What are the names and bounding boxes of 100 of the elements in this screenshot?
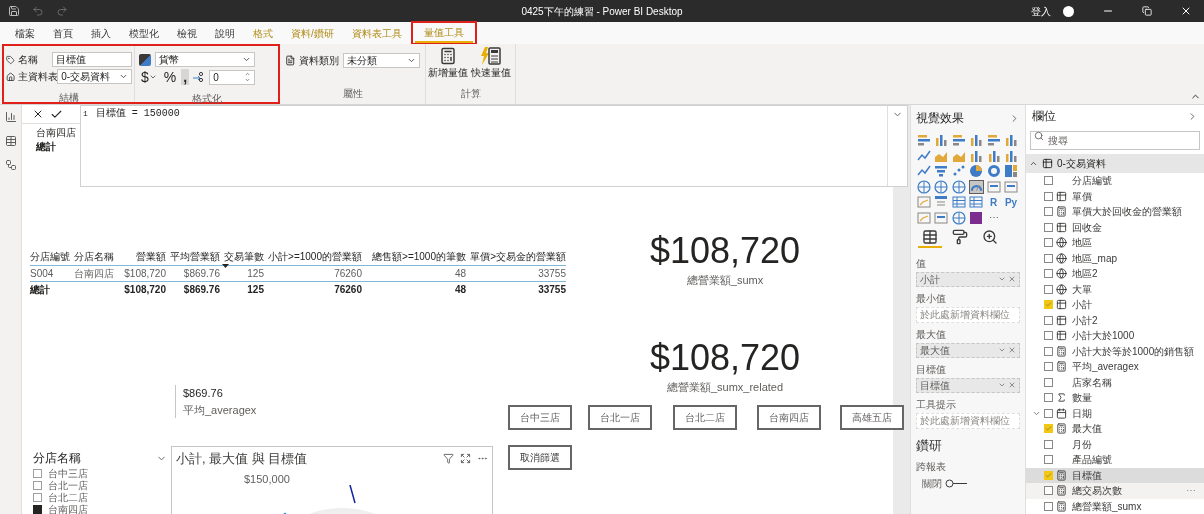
visual-type-button[interactable] bbox=[968, 164, 984, 178]
visual-type-button[interactable] bbox=[933, 210, 949, 225]
checkbox[interactable] bbox=[1044, 455, 1053, 465]
field-well[interactable]: 最大值 bbox=[916, 342, 1020, 358]
restore-icon[interactable] bbox=[1142, 6, 1152, 16]
field-item[interactable]: 單價 bbox=[1026, 188, 1204, 204]
checkbox[interactable] bbox=[1044, 393, 1053, 403]
format-select[interactable]: 貨幣 bbox=[155, 52, 255, 67]
checkbox[interactable] bbox=[1044, 346, 1053, 356]
column-header[interactable]: 平均營業額 bbox=[166, 248, 220, 265]
field-item[interactable]: 分店編號 bbox=[1026, 173, 1204, 189]
visual-type-button[interactable] bbox=[916, 179, 931, 194]
fields-tab[interactable] bbox=[918, 227, 942, 248]
remove-icon[interactable] bbox=[1008, 275, 1016, 283]
store-filter-button[interactable]: 台中三店 bbox=[508, 405, 572, 430]
slicer-item[interactable]: 台北一店 bbox=[33, 479, 167, 491]
remove-icon[interactable] bbox=[1008, 346, 1016, 354]
column-header[interactable]: 營業額 bbox=[120, 248, 166, 265]
ribbon-tab[interactable]: 檔案 bbox=[6, 24, 44, 44]
checkbox[interactable] bbox=[33, 504, 42, 514]
decimal-places-spinner[interactable]: 0 bbox=[209, 69, 256, 85]
checkbox[interactable] bbox=[1044, 362, 1053, 372]
field-item[interactable]: 單價大於回收金的營業額 bbox=[1026, 204, 1204, 220]
visual-type-button[interactable] bbox=[986, 164, 1001, 178]
dropdown-caret-icon[interactable] bbox=[998, 346, 1006, 354]
visual-type-button[interactable] bbox=[916, 148, 931, 163]
visual-type-button[interactable] bbox=[933, 164, 949, 178]
home-table-select[interactable]: 0-交易資料 bbox=[57, 69, 132, 84]
field-item[interactable]: 小計2 bbox=[1026, 312, 1204, 328]
field-item[interactable]: 目標值 bbox=[1026, 467, 1204, 483]
checkbox[interactable] bbox=[1044, 269, 1053, 279]
checkbox[interactable] bbox=[1044, 408, 1053, 418]
checkbox[interactable] bbox=[1044, 501, 1053, 511]
checkbox[interactable] bbox=[1044, 439, 1053, 449]
visual-type-button[interactable] bbox=[968, 195, 984, 209]
currency-button[interactable]: $ bbox=[139, 69, 159, 85]
field-item[interactable]: 日期 bbox=[1026, 405, 1204, 421]
field-item[interactable]: 最大值 bbox=[1026, 421, 1204, 437]
visual-type-button[interactable]: R bbox=[986, 195, 1001, 209]
checkbox[interactable] bbox=[1044, 191, 1053, 201]
remove-icon[interactable] bbox=[1008, 381, 1016, 389]
visual-type-button[interactable]: ⋯ bbox=[986, 210, 1001, 225]
field-item[interactable]: 地區 bbox=[1026, 235, 1204, 251]
visual-type-button[interactable] bbox=[933, 133, 949, 147]
spin-down-icon[interactable] bbox=[244, 77, 252, 83]
cancel-icon[interactable] bbox=[32, 108, 44, 120]
field-well[interactable]: 目標值 bbox=[916, 377, 1020, 393]
visual-type-button[interactable] bbox=[986, 179, 1001, 194]
field-item[interactable]: 小計大於等於1000的銷售額 bbox=[1026, 343, 1204, 359]
measure-button[interactable]: 快速量值 bbox=[471, 47, 511, 80]
checkbox[interactable] bbox=[1044, 238, 1053, 248]
checkbox[interactable] bbox=[1044, 284, 1053, 294]
visual-type-button[interactable] bbox=[1003, 148, 1019, 163]
report-view-icon[interactable] bbox=[4, 111, 17, 123]
visual-type-button[interactable] bbox=[968, 148, 984, 163]
checkbox[interactable] bbox=[33, 480, 42, 490]
format-button[interactable]: , bbox=[181, 69, 190, 85]
checkbox[interactable] bbox=[1044, 253, 1053, 263]
gauge-visual[interactable]: 小計, 最大值 與 目標值 $150,000 bbox=[171, 446, 493, 514]
formula-editor[interactable]: 1 目標值 = 150000 bbox=[80, 105, 908, 187]
visual-type-button[interactable] bbox=[951, 195, 966, 209]
dropdown-caret-icon[interactable] bbox=[998, 275, 1006, 283]
slicer-item[interactable]: 台北二店 bbox=[33, 491, 167, 503]
checkbox[interactable] bbox=[1044, 176, 1053, 186]
undo-icon[interactable] bbox=[32, 5, 44, 17]
visual-type-button[interactable] bbox=[968, 179, 984, 194]
visual-type-button[interactable] bbox=[1003, 179, 1019, 194]
clear-filter-button[interactable]: 取消篩選 bbox=[508, 445, 572, 470]
ribbon-tab[interactable]: 檢視 bbox=[168, 24, 206, 44]
field-item[interactable]: 總交易次數 ⋯ bbox=[1026, 483, 1204, 499]
close-icon[interactable] bbox=[1180, 5, 1192, 17]
slicer-item[interactable]: 台中三店 bbox=[33, 467, 167, 479]
column-header[interactable]: 總售額>=1000的筆數 bbox=[362, 248, 466, 265]
visual-type-button[interactable] bbox=[916, 133, 931, 147]
ribbon-tab[interactable]: 說明 bbox=[206, 24, 244, 44]
visual-type-button[interactable] bbox=[1003, 133, 1019, 147]
store-filter-button[interactable]: 台北一店 bbox=[588, 405, 652, 430]
visual-type-button[interactable] bbox=[916, 164, 931, 178]
visual-type-button[interactable] bbox=[986, 148, 1001, 163]
save-icon[interactable] bbox=[8, 5, 20, 17]
visual-type-button[interactable] bbox=[933, 195, 949, 209]
visual-type-button[interactable]: Py bbox=[1003, 195, 1019, 209]
chevron-up-icon[interactable] bbox=[1029, 159, 1038, 168]
checkbox[interactable] bbox=[33, 468, 42, 478]
field-item[interactable]: 數量 bbox=[1026, 390, 1204, 406]
focus-mode-icon[interactable] bbox=[460, 453, 471, 465]
column-header[interactable]: 分店名稱 bbox=[74, 248, 120, 265]
visual-type-button[interactable] bbox=[951, 210, 966, 225]
column-header[interactable]: 交易筆數 bbox=[220, 248, 264, 265]
checkbox[interactable] bbox=[33, 492, 42, 502]
column-header[interactable]: 單價>交易金的營業額 bbox=[466, 248, 566, 265]
store-filter-button[interactable]: 高雄五店 bbox=[840, 405, 904, 430]
name-field[interactable]: 目標值 bbox=[52, 52, 132, 67]
checkbox[interactable] bbox=[1044, 486, 1053, 496]
sign-in-link[interactable]: 登入 bbox=[1031, 3, 1051, 19]
checkbox[interactable] bbox=[1044, 315, 1053, 325]
field-item[interactable]: 回收金 bbox=[1026, 219, 1204, 235]
cross-report-toggle[interactable]: 關閉 bbox=[916, 476, 1020, 491]
visual-type-button[interactable] bbox=[951, 133, 966, 147]
visual-type-button[interactable] bbox=[968, 133, 984, 147]
